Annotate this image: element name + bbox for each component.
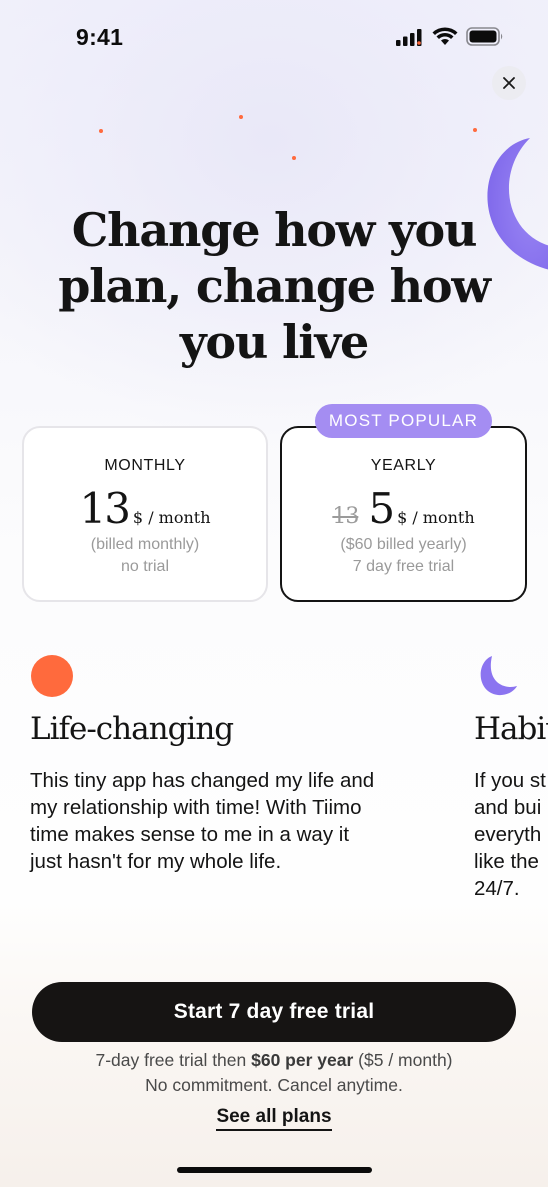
title-line: plan, change how xyxy=(58,259,491,313)
testimonial-body: This tiny app has changed my life and my… xyxy=(30,767,450,875)
battery-icon xyxy=(466,27,503,46)
close-button[interactable] xyxy=(492,66,526,100)
billing-note: ($60 billed yearly) xyxy=(340,536,467,553)
plan-label: MONTHLY xyxy=(104,457,186,474)
price-row: 13 $ / month xyxy=(24,484,266,533)
close-icon xyxy=(503,77,515,89)
title-line: Change how you xyxy=(71,203,478,257)
trial-terms-suffix: ($5 / month) xyxy=(353,1050,453,1070)
plan-card-yearly[interactable]: YEARLY 13 5 $ / month ($60 billed yearly… xyxy=(280,426,527,602)
testimonial-title: Habit xyxy=(474,711,548,747)
star-dot xyxy=(239,115,243,119)
price-row: 13 5 $ / month xyxy=(282,484,525,533)
see-all-plans-link[interactable]: See all plans xyxy=(216,1106,332,1131)
testimonial-line: time makes sense to me in a way it xyxy=(30,823,350,846)
title-line: you live xyxy=(179,315,369,369)
testimonial-line: my relationship with time! With Tiimo xyxy=(30,796,362,819)
page-title: Change how you plan, change how you live xyxy=(40,202,508,370)
old-price: 13 xyxy=(332,504,359,529)
plan-card-monthly[interactable]: MONTHLY 13 $ / month (billed monthly) no… xyxy=(22,426,268,602)
status-time: 9:41 xyxy=(76,24,124,50)
trial-note: 7 day free trial xyxy=(352,558,455,575)
wifi-icon xyxy=(432,27,458,45)
testimonial-line: 24/7. xyxy=(474,877,520,900)
purple-moon-icon xyxy=(480,656,517,696)
home-indicator xyxy=(177,1167,372,1173)
orange-circle-icon xyxy=(31,655,73,697)
testimonial-line: and bui xyxy=(474,796,542,819)
most-popular-badge: MOST POPULAR xyxy=(315,404,492,438)
start-trial-button[interactable]: Start 7 day free trial xyxy=(32,982,516,1042)
testimonial-body: If you st and bui everyth like the 24/7. xyxy=(474,767,548,902)
trial-terms-price: $60 per year xyxy=(251,1050,354,1070)
cellular-signal-icon xyxy=(396,28,422,46)
cancel-note: No commitment. Cancel anytime. xyxy=(145,1075,403,1095)
price-value: 13 xyxy=(79,484,130,533)
star-dot xyxy=(292,156,296,160)
testimonial-line: everyth xyxy=(474,823,542,846)
testimonial-title: Life-changing xyxy=(30,711,234,747)
plan-label: YEARLY xyxy=(370,457,437,474)
price-unit: $ / month xyxy=(397,508,475,527)
testimonial-line: If you st xyxy=(474,769,546,792)
testimonial-line: This tiny app has changed my life and xyxy=(30,769,375,792)
star-dot xyxy=(99,129,103,133)
trial-terms-prefix: 7-day free trial then xyxy=(95,1050,252,1070)
trial-terms: 7-day free trial then $60 per year ($5 /… xyxy=(0,1050,548,1071)
status-icons xyxy=(396,27,504,46)
testimonial-line: just hasn't for my whole life. xyxy=(30,850,282,873)
price-unit: $ / month xyxy=(132,508,211,527)
billing-note: (billed monthly) xyxy=(90,536,200,553)
trial-note: no trial xyxy=(120,558,170,575)
see-all-plans-container: See all plans xyxy=(0,1106,548,1131)
testimonial-line: like the xyxy=(474,850,539,873)
price-value: 5 xyxy=(368,484,395,533)
